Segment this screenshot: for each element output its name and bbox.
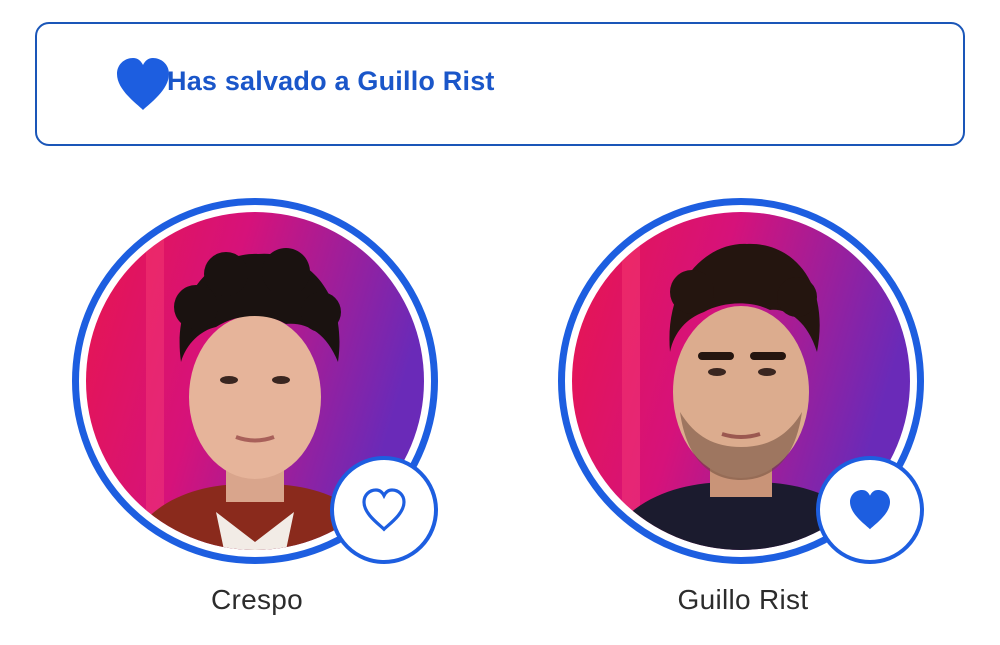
saved-confirmation-banner: Has salvado a Guillo Rist bbox=[35, 22, 965, 146]
contestant-name: Crespo bbox=[210, 584, 304, 615]
vote-button-crespo[interactable] bbox=[330, 456, 438, 564]
contestant-name: Guillo Rist bbox=[677, 584, 809, 615]
heart-filled-icon bbox=[850, 490, 890, 530]
banner-message: Has salvado a Guillo Rist bbox=[167, 66, 495, 96]
heart-filled-icon bbox=[117, 58, 169, 110]
vote-button-guillo-rist[interactable] bbox=[816, 456, 924, 564]
heart-outline-icon bbox=[362, 488, 406, 532]
contestant-card-crespo: Crespo bbox=[72, 198, 442, 628]
contestant-card-guillo-rist: Guillo Rist bbox=[558, 198, 928, 628]
